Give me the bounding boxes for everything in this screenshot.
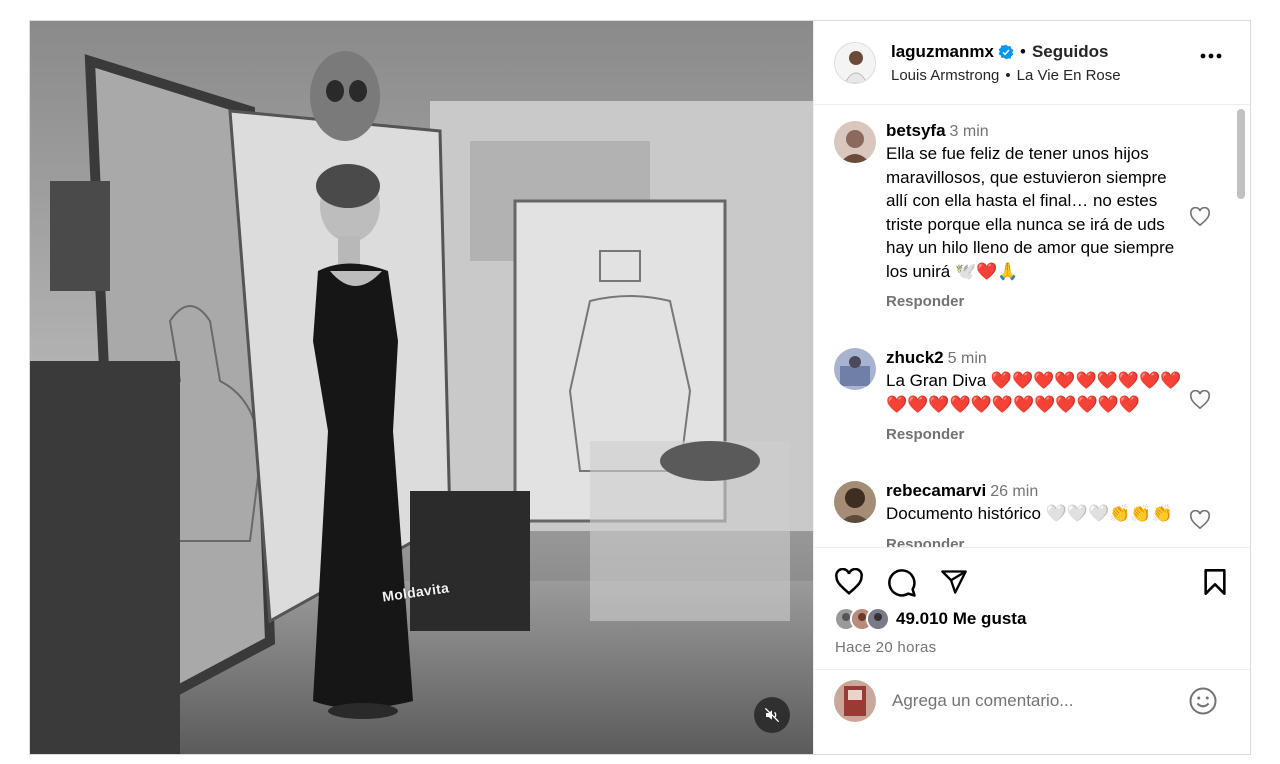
- comment-text: Ella se fue feliz de tener unos hijos ma…: [886, 144, 1175, 281]
- author-avatar[interactable]: [834, 41, 876, 84]
- comment-username[interactable]: betsyfa: [886, 121, 946, 140]
- current-user-avatar: [834, 679, 876, 722]
- post-timestamp[interactable]: Hace 20 horas: [835, 639, 936, 656]
- commenter-avatar[interactable]: [834, 121, 876, 163]
- speaker-muted-icon: [764, 707, 780, 723]
- header-dot-separator: •: [1019, 41, 1026, 61]
- comments-scrollbar[interactable]: [1237, 109, 1245, 199]
- liker-avatar: [866, 607, 890, 631]
- post-card: Moldavita laguzmanmx • Seguidos Louis Ar…: [29, 20, 1251, 755]
- comment-time[interactable]: 3 min: [950, 123, 989, 140]
- likers-avatars[interactable]: [834, 607, 890, 631]
- comments-list[interactable]: betsyfa 3 min Ella se fue feliz de tener …: [814, 105, 1250, 547]
- post-actions: 49.010 Me gusta Hace 20 horas: [814, 547, 1250, 731]
- commenter-avatar[interactable]: [834, 348, 876, 390]
- bookmark-icon[interactable]: [1202, 568, 1228, 596]
- reply-button[interactable]: Responder: [886, 426, 1186, 443]
- video-frame-image: [30, 21, 813, 754]
- comment-username[interactable]: zhuck2: [886, 348, 944, 367]
- post-video[interactable]: Moldavita: [30, 21, 813, 754]
- audio-separator: •: [1005, 66, 1011, 84]
- comment-like-heart-icon[interactable]: [1189, 510, 1211, 530]
- mute-button[interactable]: [754, 697, 790, 733]
- likes-count[interactable]: 49.010 Me gusta: [896, 609, 1026, 629]
- verified-badge-icon: [998, 44, 1014, 59]
- reply-button[interactable]: Responder: [886, 293, 1186, 310]
- share-paper-plane-icon[interactable]: [940, 568, 968, 596]
- comment-text: La Gran Diva ❤️❤️❤️❤️❤️❤️❤️❤️❤️ ❤️❤️❤️❤️…: [886, 371, 1182, 414]
- comment-text: Documento histórico 🤍🤍🤍👏👏👏: [886, 504, 1173, 523]
- likes-row[interactable]: 49.010 Me gusta: [834, 607, 1026, 631]
- comment-username[interactable]: rebecamarvi: [886, 481, 986, 500]
- emoji-smile-icon[interactable]: [1188, 686, 1218, 716]
- comment-item: betsyfa 3 min Ella se fue feliz de tener …: [834, 121, 1214, 310]
- reply-button[interactable]: Responder: [886, 536, 1186, 548]
- author-username[interactable]: laguzmanmx: [891, 42, 994, 62]
- comment-item: rebecamarvi 26 min Documento histórico 🤍🤍…: [834, 481, 1214, 547]
- audio-artist[interactable]: Louis Armstrong: [891, 67, 999, 84]
- audio-title[interactable]: La Vie En Rose: [1017, 67, 1121, 84]
- comment-like-heart-icon[interactable]: [1189, 390, 1211, 410]
- add-comment-bar: [814, 669, 1250, 731]
- comment-like-heart-icon[interactable]: [1189, 207, 1211, 227]
- commenter-avatar[interactable]: [834, 481, 876, 523]
- comment-time[interactable]: 5 min: [948, 350, 987, 367]
- heart-icon[interactable]: [834, 568, 864, 596]
- post-header: laguzmanmx • Seguidos Louis Armstrong • …: [814, 21, 1250, 105]
- comment-input[interactable]: [892, 690, 1172, 711]
- more-horizontal-icon[interactable]: [1200, 53, 1222, 59]
- post-side-panel: laguzmanmx • Seguidos Louis Armstrong • …: [813, 21, 1250, 754]
- comment-time[interactable]: 26 min: [990, 483, 1038, 500]
- comment-item: zhuck2 5 min La Gran Diva ❤️❤️❤️❤️❤️❤️❤️❤…: [834, 348, 1214, 443]
- following-button[interactable]: Seguidos: [1032, 42, 1109, 62]
- audio-info[interactable]: Louis Armstrong • La Vie En Rose: [891, 67, 1234, 84]
- comment-icon[interactable]: [887, 568, 917, 598]
